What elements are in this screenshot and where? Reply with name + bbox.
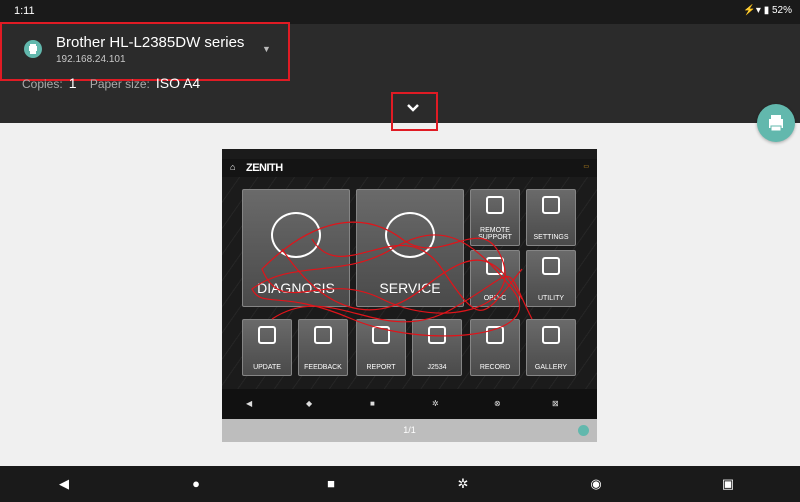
screenshot-icon: ⊠: [552, 399, 559, 408]
tile-utility: UTILITY: [526, 250, 576, 307]
copies-label: Copies:: [22, 77, 63, 91]
dropdown-arrow-icon[interactable]: ▼: [262, 44, 271, 54]
preview-status-bar: [222, 149, 597, 159]
tile-feedback: FEEDBACK: [298, 319, 348, 376]
status-bar: 1:11 ⚡▾ ▮ 52%: [0, 0, 800, 24]
screenshot-icon[interactable]: ▣: [720, 476, 736, 492]
wifi-icon: ⚡▾: [743, 5, 761, 16]
chevron-down-icon[interactable]: [404, 101, 422, 115]
status-indicators: ⚡▾ ▮ 52%: [743, 5, 792, 16]
back-button-icon[interactable]: ◀: [56, 476, 72, 492]
tile-label: FEEDBACK: [304, 364, 342, 371]
record-icon: [486, 326, 504, 344]
printer-name: Brother HL-L2385DW series: [56, 34, 245, 51]
tile-obd: OBD-C: [470, 250, 520, 307]
recent-apps-icon[interactable]: ■: [323, 476, 339, 492]
utility-icon: [542, 257, 560, 275]
tile-label: SERVICE: [379, 280, 441, 296]
preview-nav-bar: ◀ ◆ ■ ✲ ⊗ ⊠: [222, 389, 597, 419]
tile-settings: SETTINGS: [526, 189, 576, 246]
tile-label: UTILITY: [537, 295, 565, 302]
tile-label: RECORD: [479, 364, 511, 371]
tile-label: DIAGNOSIS: [257, 280, 335, 296]
gallery-icon: [542, 326, 560, 344]
home-button-icon[interactable]: ●: [188, 476, 204, 492]
tile-service: SERVICE: [356, 189, 464, 307]
paper-size-label: Paper size:: [89, 77, 150, 91]
tile-gallery: GALLERY: [526, 319, 576, 376]
preview-battery-icon: ▭: [583, 164, 589, 170]
tile-label: SETTINGS: [533, 234, 569, 241]
page-dot: [578, 425, 589, 436]
print-button[interactable]: [757, 104, 795, 142]
recent-icon: ■: [370, 399, 375, 408]
gear-icon: [542, 196, 560, 214]
battery-level: 52%: [771, 5, 792, 16]
printer-ip: 192.168.24.101: [56, 54, 126, 65]
tile-label: REPORT: [366, 364, 396, 371]
gear-icon: ✲: [432, 399, 439, 408]
tile-label: OBD-C: [483, 295, 507, 302]
log-icon: [314, 326, 332, 344]
print-icon: [769, 115, 783, 132]
remote-icon: [486, 196, 504, 214]
tile-label: GALLERY: [534, 364, 568, 371]
chrome-icon[interactable]: ◉: [588, 476, 604, 492]
home-icon: ◆: [306, 399, 313, 408]
copies-value: 1: [68, 75, 77, 91]
print-options-summary: Copies: 1 Paper size: ISO A4: [22, 75, 210, 91]
preview-page-bar: 1/1: [222, 419, 597, 442]
page-indicator: 1/1: [403, 425, 416, 435]
preview-logo: ZENITH: [246, 162, 283, 174]
update-icon: [258, 326, 276, 344]
wrench-icon: [385, 212, 435, 258]
tile-j2534: J2534: [412, 319, 462, 376]
status-time: 1:11: [14, 5, 35, 17]
browser-icon: ⊗: [494, 399, 501, 408]
print-preview-page[interactable]: ⌂ ZENITH ▭ DIAGNOSIS SERVICE REMOTE SUPP…: [222, 149, 597, 442]
tile-label: UPDATE: [253, 364, 281, 371]
back-icon: ◀: [246, 399, 253, 408]
printer-icon: [24, 40, 42, 58]
report-icon: [372, 326, 390, 344]
paper-size-value: ISO A4: [155, 75, 201, 91]
home-icon: ⌂: [230, 162, 236, 172]
tile-remote-support: REMOTE SUPPORT: [470, 189, 520, 246]
car-icon: [271, 212, 321, 258]
settings-icon[interactable]: ✲: [455, 476, 471, 492]
tile-record: RECORD: [470, 319, 520, 376]
tile-update: UPDATE: [242, 319, 292, 376]
tile-label: J2534: [427, 364, 447, 371]
system-nav-bar: ◀ ● ■ ✲ ◉ ▣: [0, 466, 800, 502]
printer-selector[interactable]: [0, 22, 290, 81]
tile-diagnosis: DIAGNOSIS: [242, 189, 350, 307]
obd-icon: [486, 257, 504, 275]
j2534-icon: [428, 326, 446, 344]
tile-label: REMOTE SUPPORT: [478, 227, 512, 241]
tile-report: REPORT: [356, 319, 406, 376]
battery-icon: ▮: [763, 5, 770, 16]
